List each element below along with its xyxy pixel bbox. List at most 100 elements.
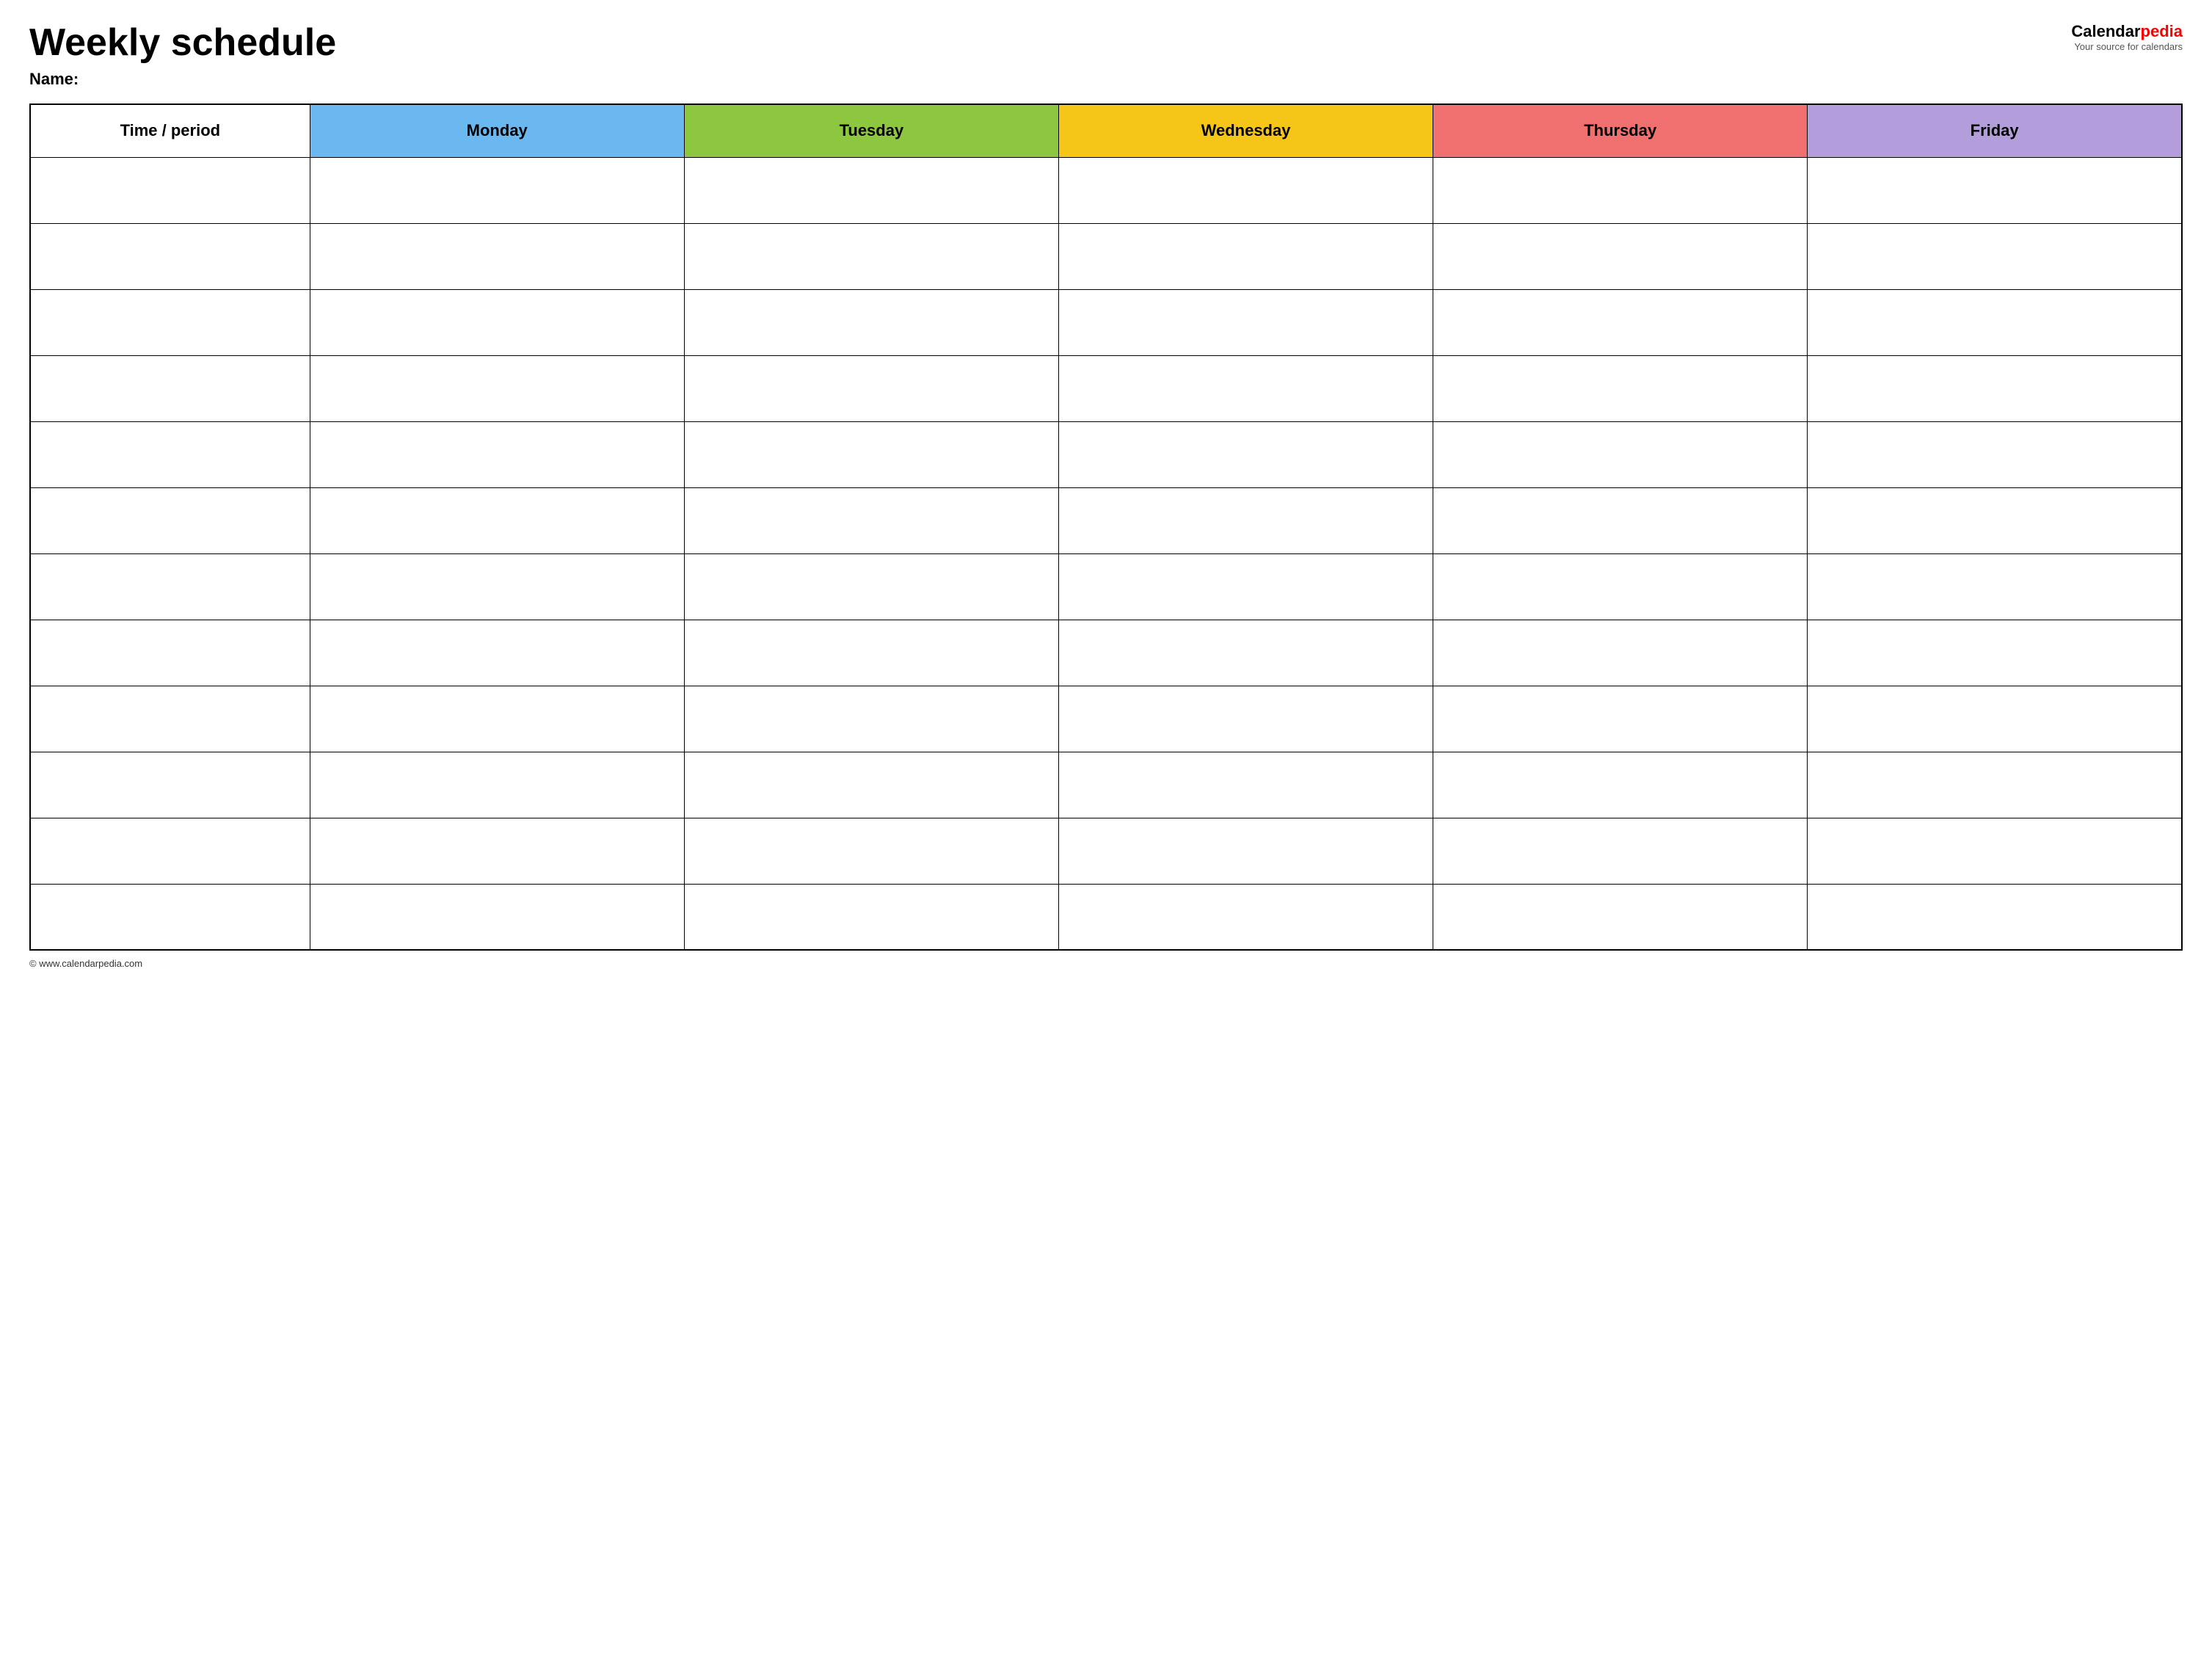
table-cell[interactable] [310, 553, 684, 620]
table-cell[interactable] [310, 884, 684, 950]
table-cell[interactable] [1808, 553, 2182, 620]
table-cell[interactable] [1808, 752, 2182, 818]
table-cell[interactable] [1058, 421, 1433, 487]
col-header-monday: Monday [310, 104, 684, 157]
table-cell[interactable] [1808, 157, 2182, 223]
main-title: Weekly schedule [29, 22, 2071, 64]
table-cell[interactable] [30, 818, 310, 884]
table-cell[interactable] [1433, 620, 1808, 686]
logo-calendar: Calendar [2071, 22, 2140, 40]
table-cell[interactable] [1058, 223, 1433, 289]
table-cell[interactable] [684, 884, 1058, 950]
table-cell[interactable] [30, 223, 310, 289]
table-cell[interactable] [1058, 620, 1433, 686]
table-cell[interactable] [1058, 289, 1433, 355]
table-row [30, 355, 2182, 421]
table-cell[interactable] [684, 686, 1058, 752]
table-cell[interactable] [30, 686, 310, 752]
table-cell[interactable] [1808, 884, 2182, 950]
logo-tagline: Your source for calendars [2071, 41, 2183, 52]
table-cell[interactable] [684, 421, 1058, 487]
table-cell[interactable] [1058, 818, 1433, 884]
table-cell[interactable] [684, 752, 1058, 818]
table-cell[interactable] [310, 752, 684, 818]
table-cell[interactable] [30, 553, 310, 620]
table-cell[interactable] [310, 355, 684, 421]
table-cell[interactable] [1808, 355, 2182, 421]
table-cell[interactable] [310, 620, 684, 686]
name-label: Name: [29, 70, 2071, 89]
table-cell[interactable] [30, 355, 310, 421]
table-row [30, 289, 2182, 355]
table-row [30, 421, 2182, 487]
table-cell[interactable] [684, 223, 1058, 289]
table-cell[interactable] [1433, 752, 1808, 818]
col-header-wednesday: Wednesday [1058, 104, 1433, 157]
schedule-table: Time / period Monday Tuesday Wednesday T… [29, 104, 2183, 951]
table-cell[interactable] [684, 355, 1058, 421]
table-row [30, 818, 2182, 884]
table-row [30, 487, 2182, 553]
copyright-text: © www.calendarpedia.com [29, 958, 142, 969]
logo-area: Calendarpedia Your source for calendars [2071, 22, 2183, 52]
table-row [30, 884, 2182, 950]
table-cell[interactable] [1808, 818, 2182, 884]
table-cell[interactable] [1058, 487, 1433, 553]
table-cell[interactable] [1058, 157, 1433, 223]
table-cell[interactable] [1433, 818, 1808, 884]
col-header-time: Time / period [30, 104, 310, 157]
table-cell[interactable] [30, 289, 310, 355]
table-cell[interactable] [1808, 421, 2182, 487]
table-cell[interactable] [310, 223, 684, 289]
table-cell[interactable] [310, 487, 684, 553]
table-cell[interactable] [1433, 289, 1808, 355]
schedule-body [30, 157, 2182, 950]
table-cell[interactable] [684, 818, 1058, 884]
table-row [30, 553, 2182, 620]
table-row [30, 620, 2182, 686]
table-cell[interactable] [30, 752, 310, 818]
table-cell[interactable] [1058, 752, 1433, 818]
table-row [30, 223, 2182, 289]
table-cell[interactable] [30, 620, 310, 686]
table-cell[interactable] [1433, 884, 1808, 950]
table-cell[interactable] [1433, 487, 1808, 553]
table-cell[interactable] [30, 157, 310, 223]
table-cell[interactable] [310, 157, 684, 223]
table-cell[interactable] [1058, 884, 1433, 950]
col-header-friday: Friday [1808, 104, 2182, 157]
table-cell[interactable] [684, 289, 1058, 355]
table-cell[interactable] [30, 884, 310, 950]
table-cell[interactable] [310, 421, 684, 487]
table-row [30, 752, 2182, 818]
table-cell[interactable] [310, 289, 684, 355]
table-cell[interactable] [1058, 686, 1433, 752]
table-cell[interactable] [1433, 553, 1808, 620]
footer: © www.calendarpedia.com [29, 958, 2183, 969]
table-cell[interactable] [310, 686, 684, 752]
col-header-tuesday: Tuesday [684, 104, 1058, 157]
table-cell[interactable] [1433, 223, 1808, 289]
table-cell[interactable] [1058, 355, 1433, 421]
header-row: Time / period Monday Tuesday Wednesday T… [30, 104, 2182, 157]
table-cell[interactable] [310, 818, 684, 884]
table-cell[interactable] [684, 620, 1058, 686]
logo-pedia: pedia [2141, 22, 2183, 40]
table-cell[interactable] [1808, 289, 2182, 355]
table-cell[interactable] [684, 157, 1058, 223]
table-cell[interactable] [684, 553, 1058, 620]
table-cell[interactable] [1808, 223, 2182, 289]
table-cell[interactable] [1433, 355, 1808, 421]
table-cell[interactable] [1433, 157, 1808, 223]
page-header: Weekly schedule Name: Calendarpedia Your… [29, 22, 2183, 89]
table-cell[interactable] [1808, 620, 2182, 686]
title-area: Weekly schedule Name: [29, 22, 2071, 89]
table-cell[interactable] [684, 487, 1058, 553]
table-cell[interactable] [30, 487, 310, 553]
table-cell[interactable] [1808, 487, 2182, 553]
table-cell[interactable] [1433, 686, 1808, 752]
table-cell[interactable] [1058, 553, 1433, 620]
table-cell[interactable] [30, 421, 310, 487]
table-cell[interactable] [1433, 421, 1808, 487]
table-cell[interactable] [1808, 686, 2182, 752]
